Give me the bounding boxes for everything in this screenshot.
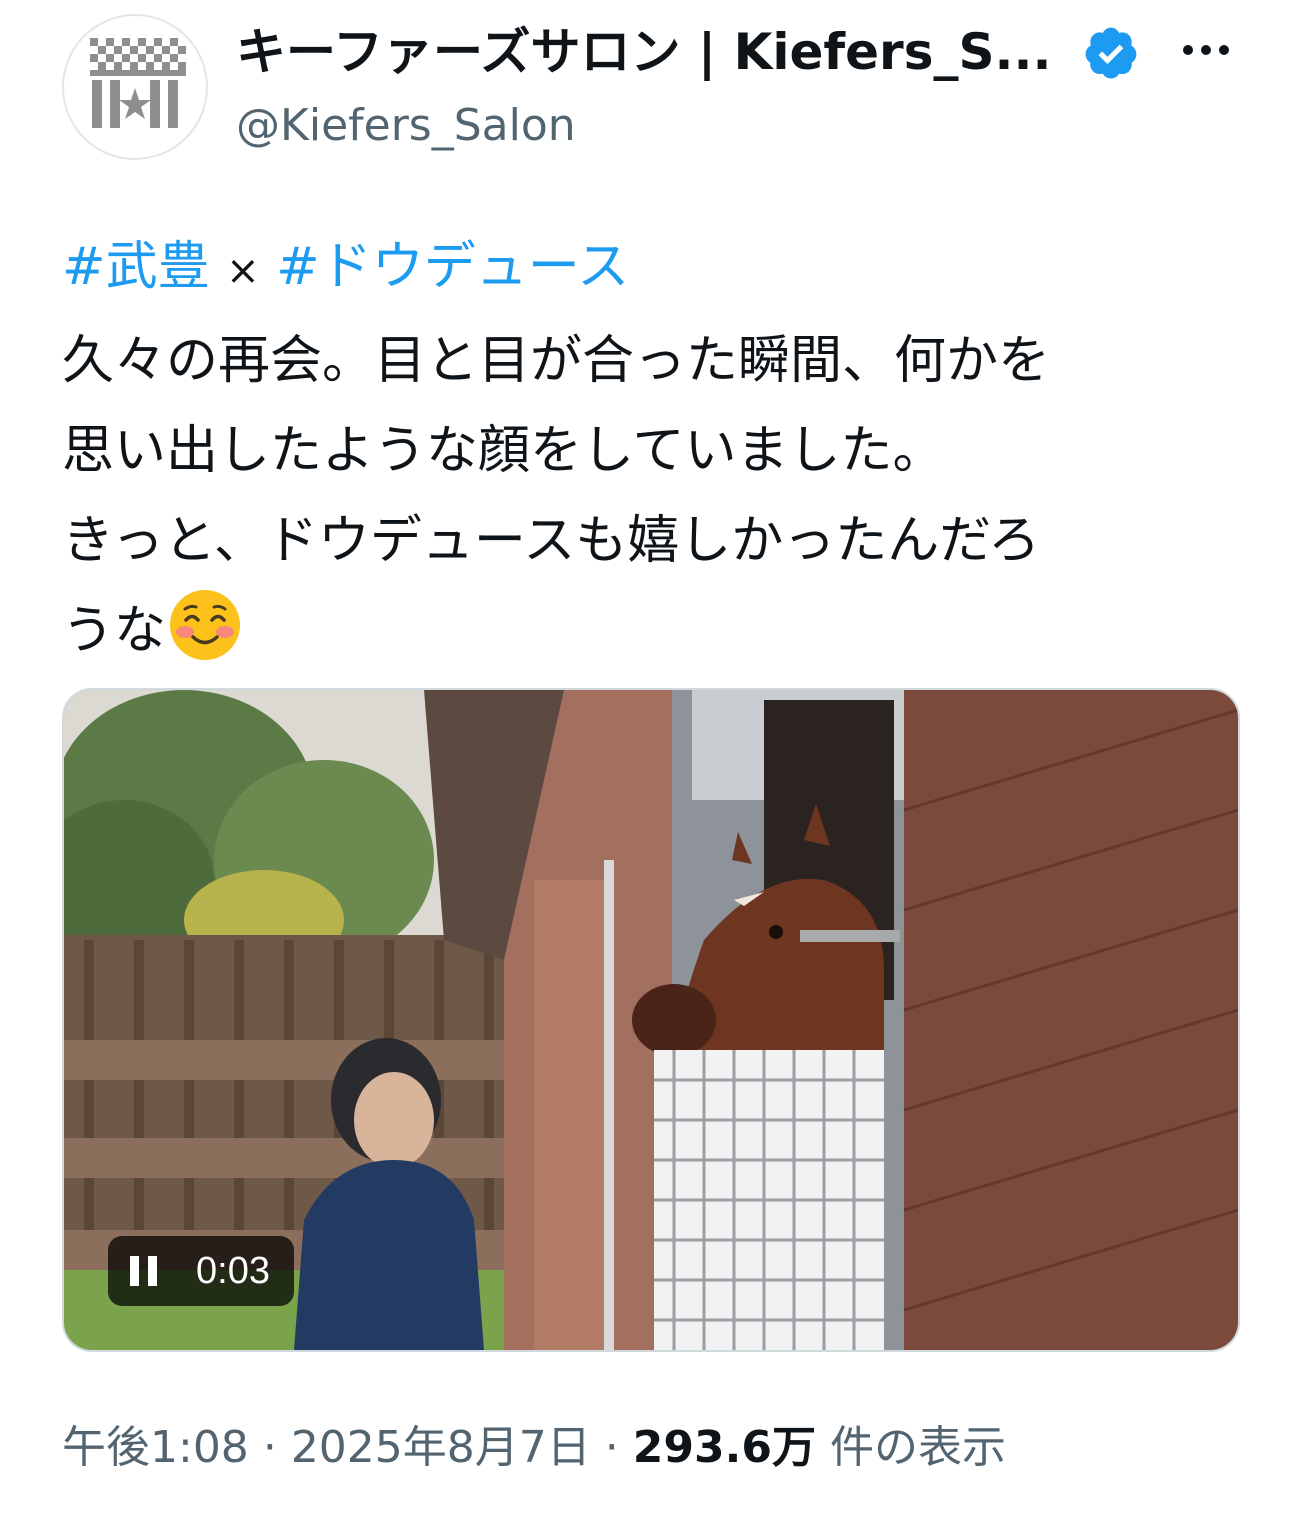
author-handle[interactable]: @Kiefers_Salon [236,98,576,154]
tweet-line-2: 思い出したような顔をしていました。 [62,421,945,481]
tweet-line-3: きっと、ドウデュースも嬉しかったんだろ [62,511,1041,571]
kiefers-logo-icon [90,38,186,128]
tweet-time[interactable]: 午後1:08 [62,1422,249,1473]
tweet-line-1: 久々の再会。目と目が合った瞬間、何かを [62,331,1051,391]
tweet-line-4-wrap: うな [62,586,1252,676]
meta-separator-1: · [262,1422,277,1473]
views-label: 件の表示 [829,1422,1006,1473]
author-avatar[interactable] [62,14,208,160]
hashtag-line: #武豊 × #ドウデュース [62,222,1252,316]
tweet-line-4: うな [62,601,167,661]
meta-separator-2: · [604,1422,619,1473]
video-controls: 0:03 [108,1236,294,1306]
tweet-text: #武豊 × #ドウデュース 久々の再会。目と目が合った瞬間、何かを 思い出したよ… [62,222,1252,676]
video-player[interactable]: 0:03 [62,688,1240,1352]
tweet-meta: 午後1:08 · 2025年8月7日 · 293.6万 件の表示 [62,1418,1006,1478]
hashtag-link-2[interactable]: #ドウデュース [276,237,629,297]
views-count: 293.6万 [632,1422,816,1473]
video-elapsed-time: 0:03 [196,1250,270,1292]
smiling-blush-emoji-icon [170,590,241,660]
hashtag-link-1[interactable]: #武豊 [62,237,210,297]
verified-badge-icon[interactable] [1082,24,1140,82]
author-display-name[interactable]: キーファーズサロン | Kiefers_S... [236,22,1056,82]
tweet-date[interactable]: 2025年8月7日 [291,1422,591,1473]
pause-icon[interactable] [128,1254,160,1288]
separator-symbol: × [226,248,260,294]
more-options-icon[interactable] [1176,30,1236,70]
